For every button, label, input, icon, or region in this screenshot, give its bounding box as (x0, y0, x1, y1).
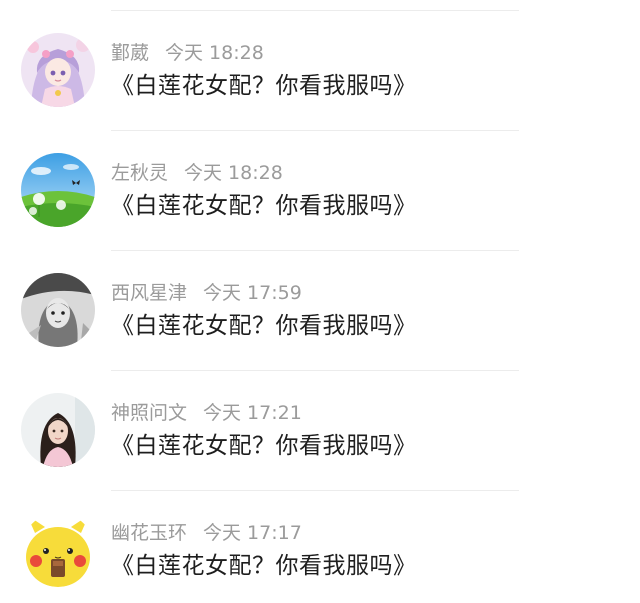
feed-item[interactable]: 幽花玉环 今天 17:17 《白莲花女配？你看我服吗》 (0, 491, 640, 603)
timestamp: 今天 17:21 (203, 402, 302, 424)
timestamp: 今天 18:28 (165, 42, 264, 64)
pikachu-avatar-icon[interactable] (21, 513, 95, 587)
comment-feed: 鄞葳 今天 18:28 《白莲花女配？你看我服吗》 左秋灵 今天 18:28 《… (0, 11, 640, 603)
item-meta: 左秋灵 今天 18:28 (111, 160, 283, 186)
dandelion-meadow-avatar-icon[interactable] (21, 153, 95, 227)
anime-girl-avatar-icon[interactable] (21, 33, 95, 107)
book-title[interactable]: 《白莲花女配？你看我服吗》 (111, 310, 417, 342)
username[interactable]: 左秋灵 (111, 162, 168, 184)
monochrome-sketch-avatar-icon[interactable] (21, 273, 95, 347)
girl-photo-avatar-icon[interactable] (21, 393, 95, 467)
feed-item[interactable]: 西风星津 今天 17:59 《白莲花女配？你看我服吗》 (0, 251, 640, 371)
feed-item[interactable]: 鄞葳 今天 18:28 《白莲花女配？你看我服吗》 (0, 11, 640, 131)
item-meta: 神照问文 今天 17:21 (111, 400, 302, 426)
timestamp: 今天 17:59 (203, 282, 302, 304)
item-meta: 西风星津 今天 17:59 (111, 280, 302, 306)
book-title[interactable]: 《白莲花女配？你看我服吗》 (111, 190, 417, 222)
book-title[interactable]: 《白莲花女配？你看我服吗》 (111, 430, 417, 462)
username[interactable]: 西风星津 (111, 282, 187, 304)
username[interactable]: 鄞葳 (111, 42, 149, 64)
book-title[interactable]: 《白莲花女配？你看我服吗》 (111, 550, 417, 582)
timestamp: 今天 17:17 (203, 522, 302, 544)
username[interactable]: 神照问文 (111, 402, 187, 424)
feed-item[interactable]: 左秋灵 今天 18:28 《白莲花女配？你看我服吗》 (0, 131, 640, 251)
item-meta: 幽花玉环 今天 17:17 (111, 520, 302, 546)
feed-item[interactable]: 神照问文 今天 17:21 《白莲花女配？你看我服吗》 (0, 371, 640, 491)
item-meta: 鄞葳 今天 18:28 (111, 40, 264, 66)
timestamp: 今天 18:28 (184, 162, 283, 184)
username[interactable]: 幽花玉环 (111, 522, 187, 544)
book-title[interactable]: 《白莲花女配？你看我服吗》 (111, 70, 417, 102)
